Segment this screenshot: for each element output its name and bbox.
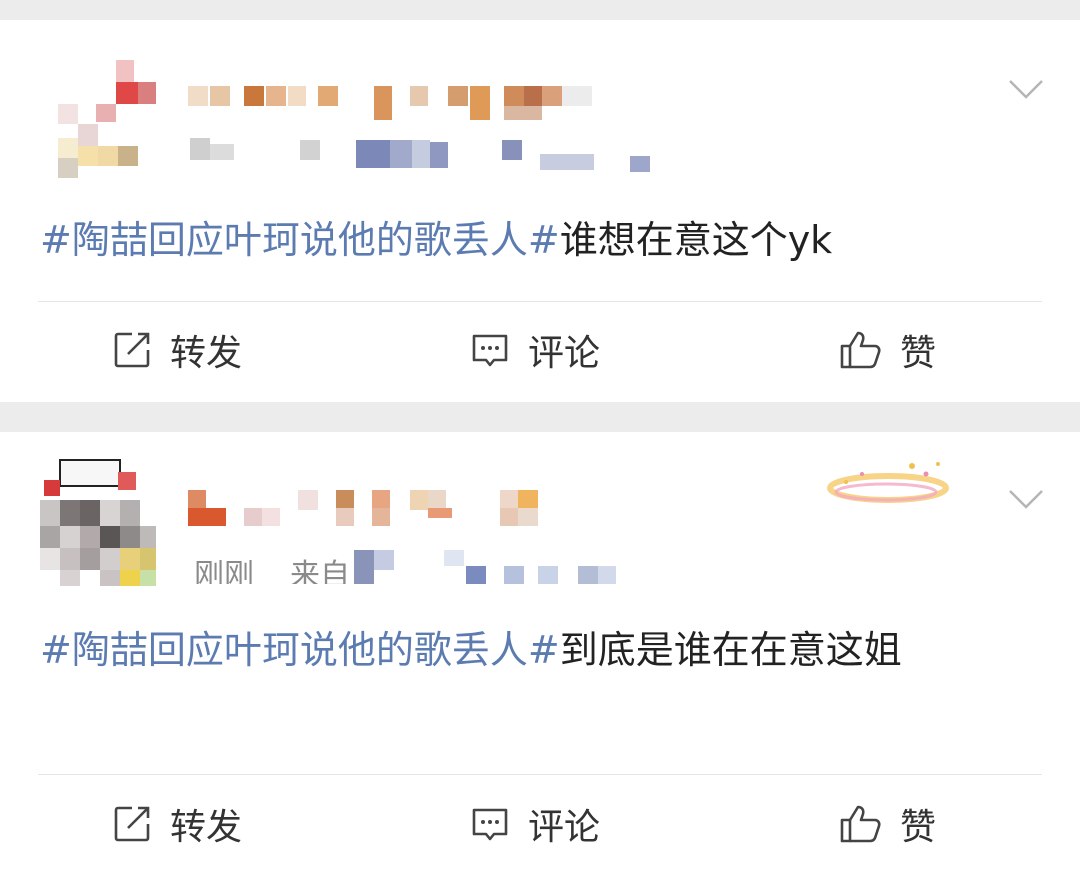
comment-label: 评论 xyxy=(528,807,601,848)
action-bar: 转发 评论 赞 xyxy=(0,320,1080,380)
repost-label: 转发 xyxy=(170,333,243,374)
feed-gap xyxy=(0,402,1080,432)
post-text: 到底是谁在在意这姐 xyxy=(559,628,902,672)
like-button[interactable]: 赞 xyxy=(838,794,936,854)
avatar[interactable] xyxy=(40,60,160,180)
chevron-down-icon[interactable] xyxy=(1008,78,1044,100)
comment-button[interactable]: 评论 xyxy=(470,320,600,380)
thumbs-up-icon xyxy=(840,331,881,369)
share-square-icon xyxy=(114,332,150,368)
like-button[interactable]: 赞 xyxy=(838,320,936,380)
post-content: #陶喆回应叶珂说他的歌丢人#谁想在意这个yk xyxy=(40,208,1040,272)
chevron-down-icon[interactable] xyxy=(1008,488,1044,510)
avatar-mosaic xyxy=(58,60,156,178)
username-mosaic xyxy=(188,86,592,120)
repost-button[interactable]: 转发 xyxy=(112,320,242,380)
comment-label: 评论 xyxy=(528,333,601,374)
comment-button[interactable]: 评论 xyxy=(470,794,600,854)
share-square-icon xyxy=(114,806,150,842)
repost-button[interactable]: 转发 xyxy=(112,794,242,854)
username-blurred[interactable] xyxy=(188,80,598,120)
like-label: 赞 xyxy=(900,807,937,848)
repost-label: 转发 xyxy=(170,807,243,848)
post-meta: 刚刚 来自 xyxy=(194,550,624,584)
post-content: #陶喆回应叶珂说他的歌丢人#到底是谁在在意这姐 xyxy=(40,618,1020,682)
thumbs-up-icon xyxy=(840,805,881,843)
top-strip xyxy=(0,0,1080,20)
comment-bubble-icon xyxy=(472,334,508,367)
username-mosaic xyxy=(188,490,538,526)
topic-link[interactable]: #陶喆回应叶珂说他的歌丢人# xyxy=(40,628,560,672)
avatar[interactable] xyxy=(40,458,160,586)
sparkle-ring-badge-icon xyxy=(827,462,949,503)
divider xyxy=(38,774,1042,775)
post-text: 谁想在意这个yk xyxy=(559,218,833,262)
divider xyxy=(38,301,1042,302)
username-blurred[interactable] xyxy=(188,488,568,528)
topic-link[interactable]: #陶喆回应叶珂说他的歌丢人# xyxy=(40,218,560,262)
source-mosaic xyxy=(354,550,616,584)
meta-mosaic xyxy=(190,138,650,172)
comment-bubble-icon xyxy=(472,808,508,841)
post-card: 刚刚 来自 #陶喆回应叶珂说他的歌丢人#到底是谁在在意这姐 转发 评论 赞 xyxy=(0,432,1080,871)
like-label: 赞 xyxy=(900,333,937,374)
post-card: #陶喆回应叶珂说他的歌丢人#谁想在意这个yk 转发 评论 赞 xyxy=(0,20,1080,402)
action-bar: 转发 评论 赞 xyxy=(0,794,1080,854)
post-meta xyxy=(190,138,660,172)
avatar-mosaic xyxy=(40,459,156,586)
